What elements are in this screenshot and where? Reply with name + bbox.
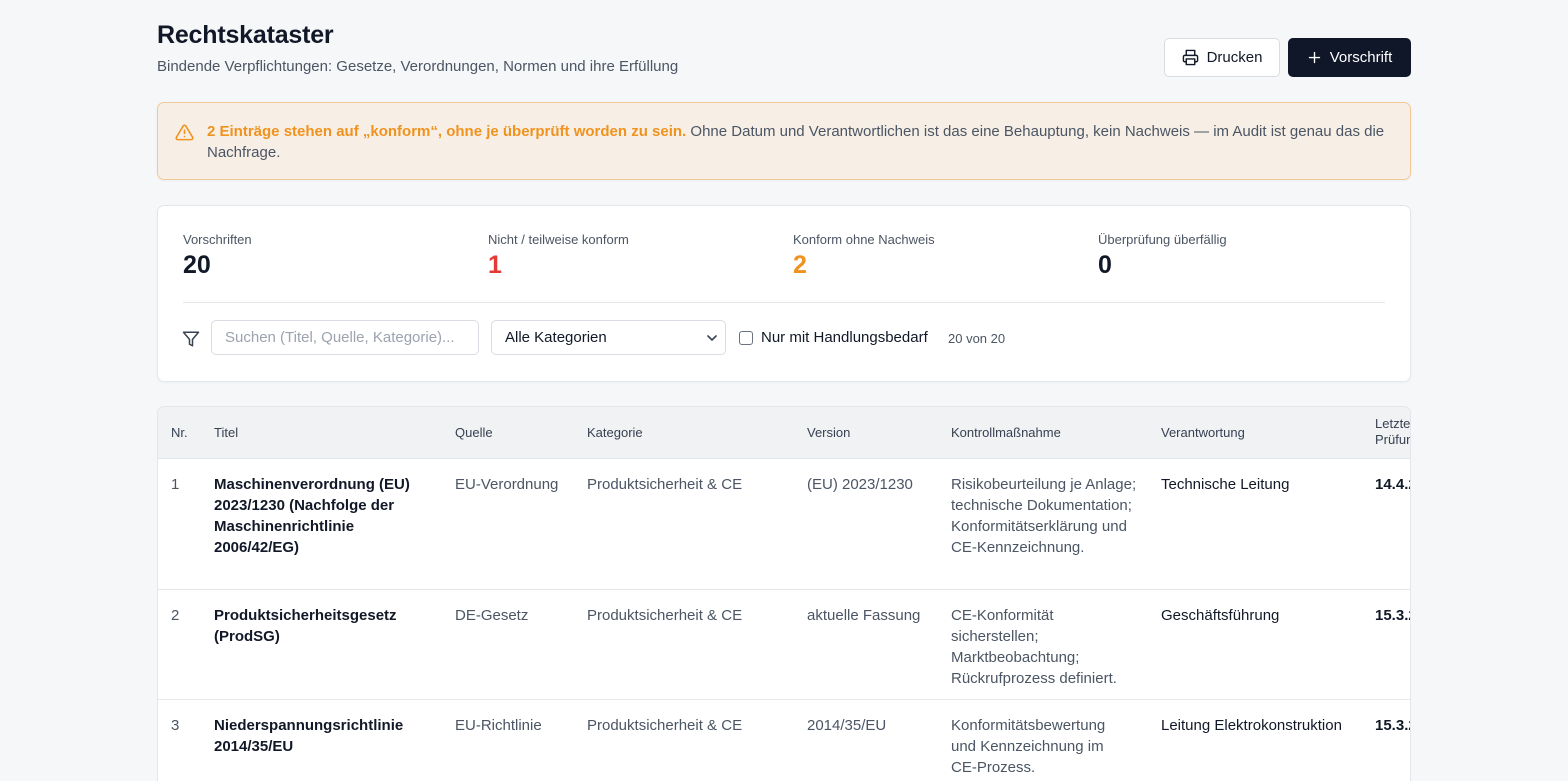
page-title: Rechtskataster	[157, 21, 334, 49]
stat-value: 1	[488, 251, 502, 279]
column-header-category[interactable]: Kategorie	[587, 425, 643, 441]
stat-review-overdue: Überprüfung überfällig 0	[1098, 232, 1227, 280]
cell-source: DE-Gesetz	[455, 607, 529, 624]
stat-value: 20	[183, 251, 211, 279]
plus-icon	[1308, 51, 1320, 64]
page: Rechtskataster Bindende Verpflichtungen:…	[157, 0, 1411, 781]
stat-value: 0	[1098, 251, 1112, 279]
category-select-value: Alle Kategorien	[505, 329, 607, 346]
column-header-responsible[interactable]: Verantwortung	[1161, 425, 1245, 441]
page-subtitle: Bindende Verpflichtungen: Gesetze, Veror…	[157, 58, 679, 75]
cell-responsible: Geschäftsführung	[1161, 607, 1280, 624]
cell-version: 2014/35/EU	[807, 717, 887, 734]
result-count: 20 von 20	[948, 331, 1006, 346]
stat-conform-no-evidence: Konform ohne Nachweis 2	[793, 232, 935, 280]
cell-category: Produktsicherheit & CE	[587, 607, 743, 624]
warning-icon	[175, 124, 194, 141]
action-needed-label[interactable]: Nur mit Handlungsbedarf	[761, 329, 928, 346]
alert-message: 2 Einträge stehen auf „konform“, ohne je…	[207, 121, 1392, 163]
stat-label: Vorschriften	[183, 232, 252, 247]
column-header-control[interactable]: Kontrollmaßnahme	[951, 425, 1061, 441]
add-button-label: Vorschrift	[1329, 49, 1393, 66]
cell-last-review: 14.4.2	[1375, 476, 1410, 493]
cell-control: Konformitätsbewertung und Kennzeichnung …	[951, 717, 1106, 776]
column-header-version[interactable]: Version	[807, 425, 850, 441]
cell-version: aktuelle Fassung	[807, 607, 921, 624]
cell-title: Produktsicherheitsgesetz (ProdSG)	[214, 607, 397, 645]
column-header-last-review[interactable]: Letzte Prüfung	[1375, 416, 1410, 448]
cell-nr: 2	[171, 607, 180, 624]
stat-non-conform: Nicht / teilweise konform 1	[488, 232, 629, 280]
table-row[interactable]: 3 Niederspannungsrichtlinie 2014/35/EU E…	[158, 700, 1410, 781]
cell-control: Risikobeurteilung je Anlage; technische …	[951, 476, 1137, 556]
stat-label: Überprüfung überfällig	[1098, 232, 1227, 247]
cell-nr: 3	[171, 717, 180, 734]
cell-control: CE-Konformität sicherstellen; Marktbeoba…	[951, 607, 1117, 687]
cell-last-review: 15.3.2	[1375, 717, 1410, 734]
chevron-down-icon	[707, 335, 717, 342]
alert-strong-text: 2 Einträge stehen auf „konform“, ohne je…	[207, 123, 687, 140]
page-header: Rechtskataster Bindende Verpflichtungen:…	[157, 0, 1411, 102]
print-button-label: Drucken	[1206, 49, 1263, 66]
cell-nr: 1	[171, 476, 180, 493]
printer-icon	[1182, 49, 1198, 66]
filter-icon	[182, 331, 200, 347]
action-needed-checkbox[interactable]	[739, 331, 753, 345]
category-select[interactable]: Alle Kategorien	[491, 320, 726, 355]
cell-source: EU-Richtlinie	[455, 717, 542, 734]
cell-title: Niederspannungsrichtlinie 2014/35/EU	[214, 717, 404, 755]
column-header-nr[interactable]: Nr.	[171, 425, 188, 441]
stat-label: Konform ohne Nachweis	[793, 232, 935, 247]
stat-label: Nicht / teilweise konform	[488, 232, 629, 247]
cell-responsible: Leitung Elektrokonstruktion	[1161, 717, 1342, 734]
cell-last-review: 15.3.2	[1375, 607, 1410, 624]
regulations-table: Nr. Titel Quelle Kategorie Version Kontr…	[157, 406, 1411, 781]
cell-category: Produktsicherheit & CE	[587, 476, 743, 493]
cell-category: Produktsicherheit & CE	[587, 717, 743, 734]
search-input[interactable]	[211, 320, 479, 355]
column-header-title[interactable]: Titel	[214, 425, 238, 441]
cell-responsible: Technische Leitung	[1161, 476, 1290, 493]
column-header-source[interactable]: Quelle	[455, 425, 493, 441]
stat-value: 2	[793, 251, 807, 279]
stats-panel: Vorschriften 20 Nicht / teilweise konfor…	[157, 205, 1411, 382]
cell-version: (EU) 2023/1230	[807, 476, 913, 493]
table-row[interactable]: 2 Produktsicherheitsgesetz (ProdSG) DE-G…	[158, 590, 1410, 700]
add-regulation-button[interactable]: Vorschrift	[1288, 38, 1411, 77]
divider	[183, 302, 1385, 303]
table-header: Nr. Titel Quelle Kategorie Version Kontr…	[158, 407, 1410, 459]
cell-title: Maschinenverordnung (EU) 2023/1230 (Nach…	[214, 476, 410, 556]
warning-alert: 2 Einträge stehen auf „konform“, ohne je…	[157, 102, 1411, 180]
table-row[interactable]: 1 Maschinenverordnung (EU) 2023/1230 (Na…	[158, 459, 1410, 590]
stat-regulations: Vorschriften 20	[183, 232, 252, 280]
cell-source: EU-Verordnung	[455, 476, 559, 493]
print-button[interactable]: Drucken	[1164, 38, 1280, 77]
